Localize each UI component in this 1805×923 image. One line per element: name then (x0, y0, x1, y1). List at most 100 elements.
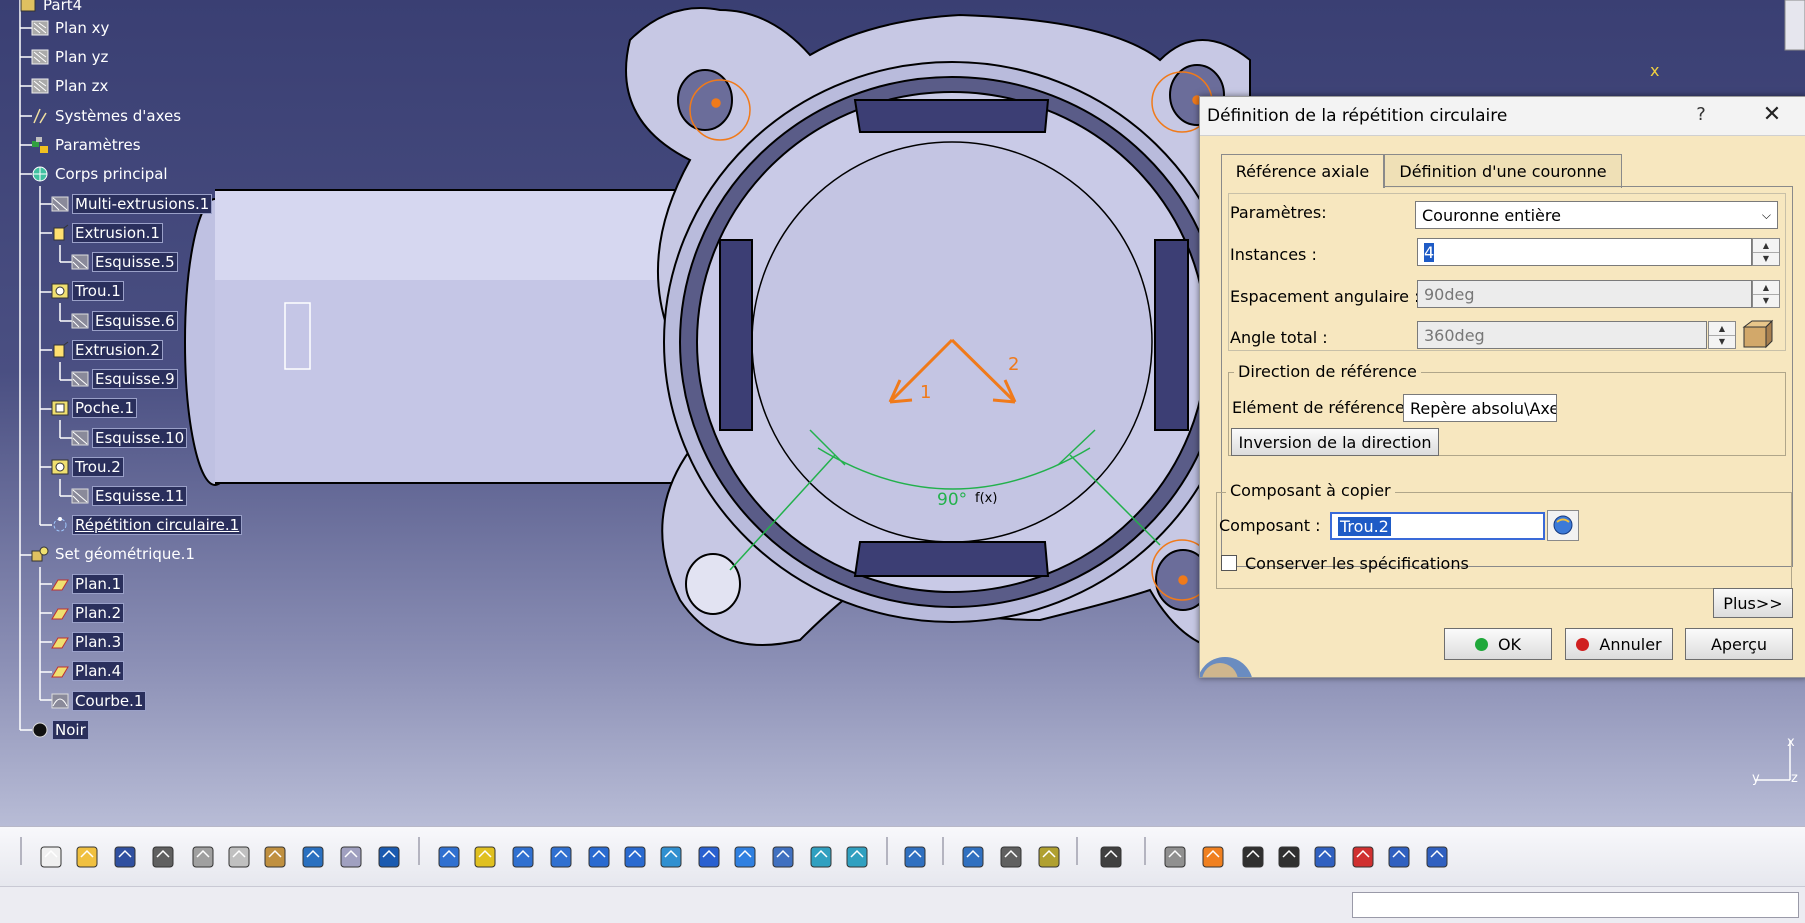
tree-item-geometric-set-1[interactable]: Set géométrique.1 (30, 543, 197, 565)
toolbar-separator (20, 837, 22, 865)
rotate-icon[interactable] (546, 842, 576, 872)
total-angle-input[interactable]: 360deg (1417, 321, 1707, 349)
update-icon[interactable] (1160, 842, 1190, 872)
tree-item-label: Poche.1 (72, 398, 137, 418)
tree-item-plane-1[interactable]: Plan.1 (50, 573, 125, 595)
whats-this-icon[interactable] (374, 842, 404, 872)
fit-all-icon[interactable] (470, 842, 500, 872)
tree-item-circular-pattern-1[interactable]: Répétition circulaire.1 (50, 514, 243, 536)
spacing-spinner[interactable]: ▲ ▼ (1752, 280, 1780, 308)
plan-icon (50, 604, 70, 622)
tree-item-extrusion-1[interactable]: Extrusion.1 (50, 222, 163, 244)
constraint-icon[interactable] (1348, 842, 1378, 872)
help-button[interactable]: ? (1690, 104, 1712, 125)
tree-item-axis-systems[interactable]: Systèmes d'axes (30, 105, 183, 127)
status-bar (0, 886, 1805, 923)
plan-icon (50, 662, 70, 680)
dialog-titlebar[interactable]: Définition de la répétition circulaire ?… (1200, 97, 1805, 136)
tree-item-main-body[interactable]: Corps principal (30, 163, 170, 185)
list-icon[interactable] (1384, 842, 1414, 872)
tree-item-curve-1[interactable]: Courbe.1 (50, 690, 147, 712)
tree-item-sketch-9[interactable]: Esquisse.9 (70, 368, 178, 390)
measure-between-icon[interactable] (958, 842, 988, 872)
total-angle-spinner[interactable]: ▲ ▼ (1708, 321, 1736, 349)
command-input[interactable] (1352, 892, 1799, 918)
keep-specs-checkbox[interactable] (1221, 555, 1237, 571)
axis-z-label: z (1791, 771, 1798, 786)
tree-item-parameters[interactable]: Paramètres (30, 134, 143, 156)
ok-button[interactable]: OK (1444, 628, 1552, 660)
copy-icon[interactable] (224, 842, 254, 872)
undo-icon[interactable] (298, 842, 328, 872)
mass-icon[interactable] (1034, 842, 1064, 872)
measure-item-icon[interactable] (996, 842, 1026, 872)
tree-item-plan-zx[interactable]: Plan zx (30, 75, 110, 97)
cube-icon[interactable] (1310, 842, 1340, 872)
chevron-down-icon: ⌵ (1761, 207, 1771, 222)
sketch-icon (70, 312, 90, 330)
cancel-button[interactable]: Annuler (1565, 628, 1673, 660)
capture-icon[interactable] (1096, 842, 1126, 872)
iso-view-icon[interactable] (730, 842, 760, 872)
tree-item-plan-xy[interactable]: Plan xy (30, 17, 111, 39)
hide-show-icon[interactable] (806, 842, 836, 872)
tab-crown-definition[interactable]: Définition d'une couronne (1384, 154, 1622, 188)
spacing-input[interactable]: 90deg (1417, 280, 1752, 308)
hole-icon (50, 282, 70, 300)
axis-icon[interactable] (1238, 842, 1268, 872)
tree-item-sketch-5[interactable]: Esquisse.5 (70, 251, 178, 273)
tree-item-extrusion-2[interactable]: Extrusion.2 (50, 339, 163, 361)
tree-item-hole-1[interactable]: Trou.1 (50, 280, 124, 302)
tree-item-plane-3[interactable]: Plan.3 (50, 631, 125, 653)
paste-icon[interactable] (260, 842, 290, 872)
tree-item-multi-extrusion-1[interactable]: Multi-extrusions.1 (50, 193, 213, 215)
reverse-direction-button[interactable]: Inversion de la direction (1231, 428, 1439, 456)
cut-icon[interactable] (188, 842, 218, 872)
print-icon[interactable] (148, 842, 178, 872)
component-group-title: Composant à copier (1226, 481, 1395, 500)
tree-root[interactable]: Part4 (18, 0, 84, 16)
instances-input[interactable]: 4 (1417, 238, 1752, 266)
extrude-icon (50, 224, 70, 242)
tree-item-hole-2[interactable]: Trou.2 (50, 456, 124, 478)
params-icon (30, 136, 50, 154)
open-icon[interactable] (72, 842, 102, 872)
tab-axial-reference[interactable]: Référence axiale (1221, 154, 1384, 188)
tree-item-pocket-1[interactable]: Poche.1 (50, 397, 137, 419)
plan-icon (50, 575, 70, 593)
tree-item-plan-yz[interactable]: Plan yz (30, 46, 110, 68)
more-button[interactable]: Plus>> (1713, 588, 1793, 618)
touch-icon[interactable] (1198, 842, 1228, 872)
toolbar-separator (886, 837, 888, 865)
zoom-in-icon[interactable] (584, 842, 614, 872)
save-icon[interactable] (110, 842, 140, 872)
tree-item-material-black[interactable]: Noir (30, 719, 89, 741)
multi-view-icon[interactable] (694, 842, 724, 872)
tree-item-sketch-11[interactable]: Esquisse.11 (70, 485, 188, 507)
instances-spinner[interactable]: ▲ ▼ (1752, 238, 1780, 266)
redo-icon[interactable] (336, 842, 366, 872)
swap-visible-icon[interactable] (842, 842, 872, 872)
preview-button[interactable]: Aperçu (1685, 628, 1793, 660)
plane-icon[interactable] (1422, 842, 1452, 872)
pan-icon[interactable] (508, 842, 538, 872)
tree-item-sketch-10[interactable]: Esquisse.10 (70, 427, 188, 449)
formula-cube-icon[interactable] (1740, 319, 1774, 351)
normal-view-icon[interactable] (656, 842, 686, 872)
shading-icon[interactable] (768, 842, 798, 872)
params-select[interactable]: Couronne entière ⌵ (1415, 201, 1778, 229)
close-button[interactable]: ✕ (1758, 102, 1786, 127)
new-icon[interactable] (36, 842, 66, 872)
tree-item-label: Esquisse.9 (92, 369, 178, 389)
component-input[interactable]: Trou.2 (1330, 512, 1545, 540)
dimension-icon[interactable] (1274, 842, 1304, 872)
3d-viewport[interactable]: 1 2 90° f(x) x x y z Part4 Plan xy Plan … (0, 0, 1805, 826)
fly-mode-icon[interactable] (434, 842, 464, 872)
zoom-out-icon[interactable] (620, 842, 650, 872)
tree-item-plane-4[interactable]: Plan.4 (50, 660, 125, 682)
tree-item-plane-2[interactable]: Plan.2 (50, 602, 125, 624)
measure-icon[interactable] (900, 842, 930, 872)
component-selector-icon[interactable] (1547, 510, 1579, 541)
tree-item-sketch-6[interactable]: Esquisse.6 (70, 310, 178, 332)
reference-input[interactable]: Repère absolu\Axe (1403, 394, 1557, 422)
